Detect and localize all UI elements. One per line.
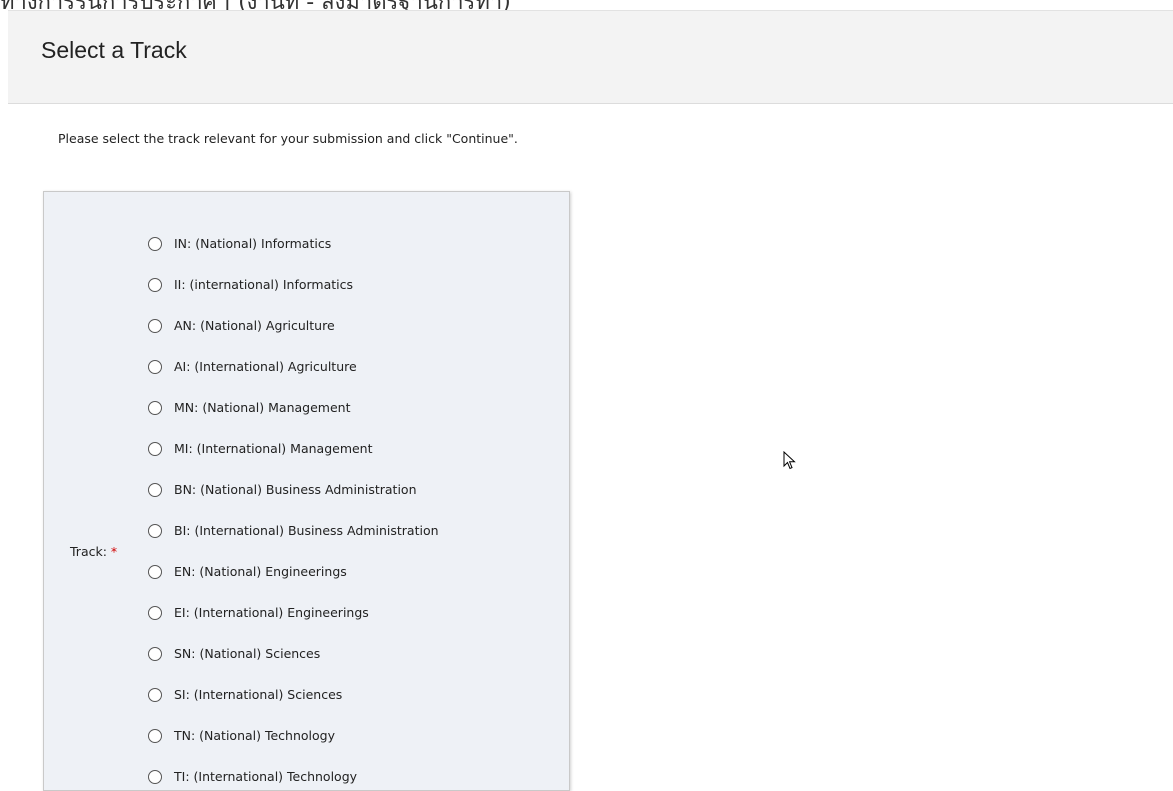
radio-button[interactable]: [148, 647, 162, 661]
track-option-label[interactable]: II: (international) Informatics: [174, 275, 353, 295]
cropped-heading-text: ทางการรุ่นการประกาศ | (งานที่ - ส่งมาตรฐ…: [0, 0, 511, 10]
track-selection-panel: Track: * IN: (National) Informatics II: (…: [43, 191, 570, 791]
radio-button[interactable]: [148, 278, 162, 292]
top-cropped-heading: ทางการรุ่นการประกาศ | (งานที่ - ส่งมาตรฐ…: [0, 0, 1173, 10]
track-option[interactable]: EN: (National) Engineerings: [148, 562, 439, 603]
track-option-label[interactable]: SN: (National) Sciences: [174, 644, 320, 664]
track-option-label[interactable]: AN: (National) Agriculture: [174, 316, 335, 336]
radio-button[interactable]: [148, 770, 162, 784]
track-option-label[interactable]: TN: (National) Technology: [174, 726, 335, 746]
track-option-label[interactable]: BN: (National) Business Administration: [174, 480, 417, 500]
page-title: Select a Track: [41, 37, 187, 63]
radio-button[interactable]: [148, 606, 162, 620]
radio-button[interactable]: [148, 319, 162, 333]
track-option[interactable]: BN: (National) Business Administration: [148, 480, 439, 521]
radio-button[interactable]: [148, 401, 162, 415]
track-option-label[interactable]: EI: (International) Engineerings: [174, 603, 369, 623]
radio-button[interactable]: [148, 360, 162, 374]
radio-button[interactable]: [148, 237, 162, 251]
track-option[interactable]: MN: (National) Management: [148, 398, 439, 439]
track-options-list: IN: (National) Informatics II: (internat…: [148, 234, 439, 790]
radio-button[interactable]: [148, 565, 162, 579]
track-option-label[interactable]: MI: (International) Management: [174, 439, 373, 459]
track-option-label[interactable]: AI: (International) Agriculture: [174, 357, 357, 377]
track-option-label[interactable]: EN: (National) Engineerings: [174, 562, 347, 582]
instructions-text: Please select the track relevant for you…: [58, 131, 518, 146]
track-option[interactable]: EI: (International) Engineerings: [148, 603, 439, 644]
track-option[interactable]: BI: (International) Business Administrat…: [148, 521, 439, 562]
track-option[interactable]: AI: (International) Agriculture: [148, 357, 439, 398]
track-option-label[interactable]: TI: (International) Technology: [174, 767, 357, 787]
radio-button[interactable]: [148, 688, 162, 702]
track-option[interactable]: SN: (National) Sciences: [148, 644, 439, 685]
track-option[interactable]: MI: (International) Management: [148, 439, 439, 480]
page-header: Select a Track: [8, 10, 1173, 104]
track-option[interactable]: TN: (National) Technology: [148, 726, 439, 767]
track-option[interactable]: IN: (National) Informatics: [148, 234, 439, 275]
radio-button[interactable]: [148, 483, 162, 497]
required-marker: *: [110, 544, 118, 559]
track-option[interactable]: II: (international) Informatics: [148, 275, 439, 316]
track-option-label[interactable]: BI: (International) Business Administrat…: [174, 521, 439, 541]
track-option-label[interactable]: IN: (National) Informatics: [174, 234, 331, 254]
track-option-label[interactable]: SI: (International) Sciences: [174, 685, 342, 705]
track-option[interactable]: AN: (National) Agriculture: [148, 316, 439, 357]
radio-button[interactable]: [148, 524, 162, 538]
track-option-label[interactable]: MN: (National) Management: [174, 398, 350, 418]
track-option[interactable]: SI: (International) Sciences: [148, 685, 439, 726]
track-label-text: Track:: [70, 544, 107, 559]
mouse-cursor-icon: [783, 451, 796, 470]
track-option[interactable]: TI: (International) Technology: [148, 767, 439, 790]
track-field-label: Track: *: [70, 544, 117, 559]
radio-button[interactable]: [148, 442, 162, 456]
radio-button[interactable]: [148, 729, 162, 743]
